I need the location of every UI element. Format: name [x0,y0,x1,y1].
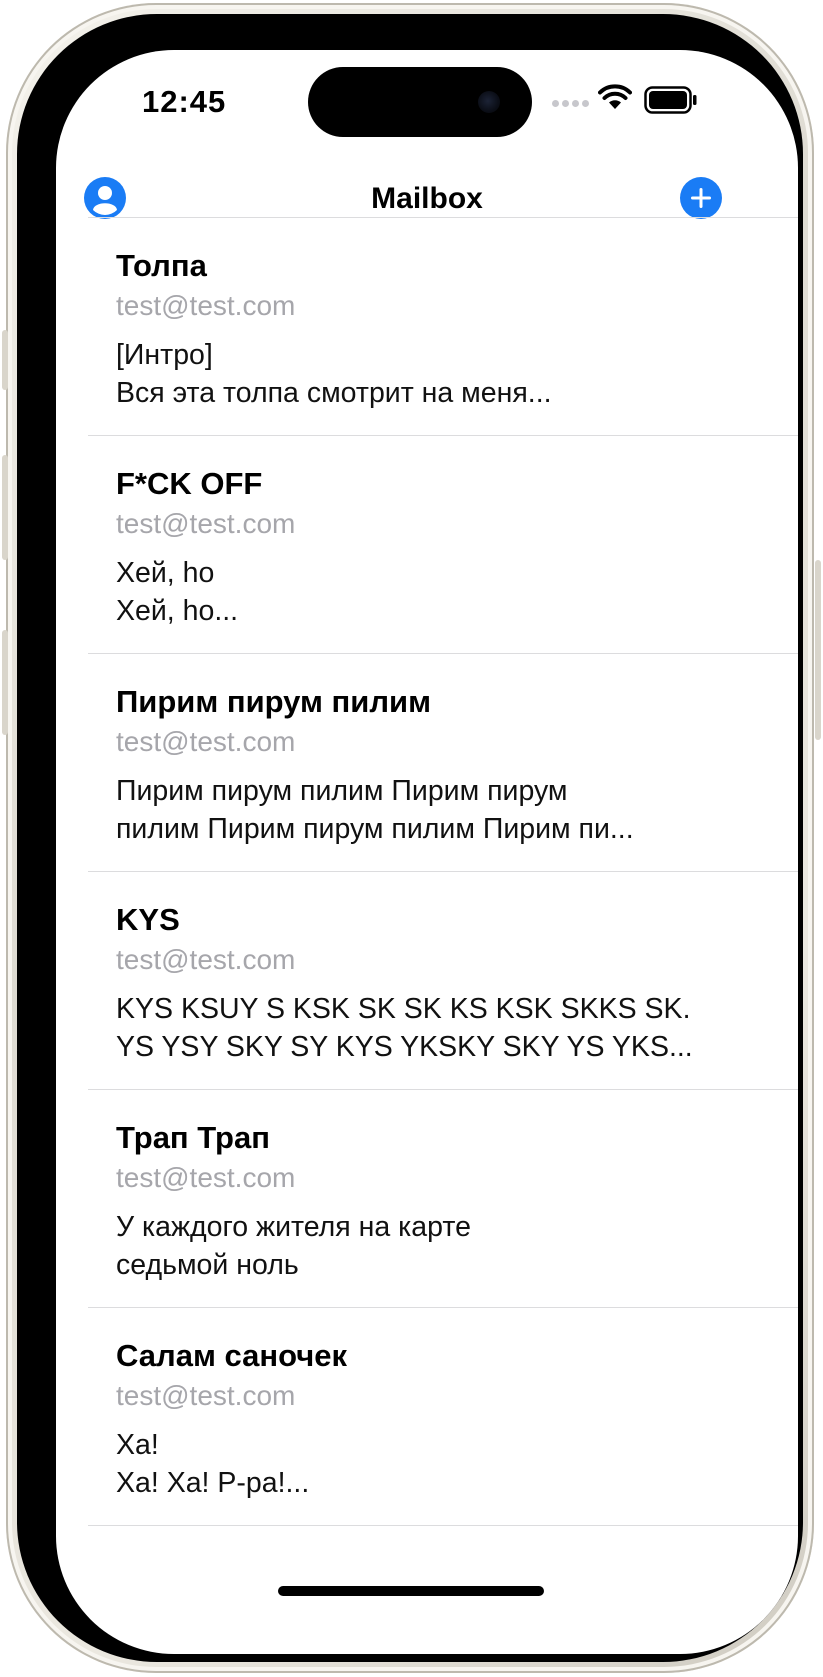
home-indicator[interactable] [278,1586,544,1596]
message-subject: Пирим пирум пилим [116,684,432,719]
message-sender: test@test.com [116,508,296,539]
volume-down-button [2,630,8,735]
status-time: 12:45 [142,84,227,119]
message-subject: Салам саночек [116,1338,347,1373]
message-subject: Толпа [116,248,207,283]
list-item[interactable]: Толпа test@test.com [Интро] Вся эта толп… [88,217,798,435]
list-item[interactable]: Салам саночек test@test.com Ха! Ха! Ха! … [88,1307,798,1525]
status-icons [552,82,702,118]
preview-line: Ха! Ха! Р-ра!... [116,1467,310,1499]
message-preview: [Интро] Вся эта толпа смотрит на меня... [116,336,552,412]
screen: 12:45 Mailbox Толпа test@test.com [Интро… [56,50,798,1654]
volume-up-button [2,455,8,560]
side-button [815,560,821,740]
device-bezel: 12:45 Mailbox Толпа test@test.com [Интро… [17,14,803,1662]
message-subject: Трап Трап [116,1120,270,1155]
message-sender: test@test.com [116,1380,296,1411]
list-item[interactable]: Пирим пирум пилим test@test.com Пирим пи… [88,653,798,871]
front-camera-icon [478,91,500,113]
preview-line: [Интро] [116,339,213,371]
message-preview: Пирим пирум пилим Пирим пирум пилим Пири… [116,772,634,848]
list-item[interactable]: hello [88,1525,798,1531]
preview-line: седьмой ноль [116,1249,299,1281]
plus-circle-icon [691,188,711,208]
message-sender: test@test.com [116,290,296,321]
preview-line: KYS KSUY S KSK SK SK KS KSK SKKS SK. [116,993,691,1025]
list-item[interactable]: Трап Трап test@test.com У каждого жителя… [88,1089,798,1307]
wifi-icon [598,84,632,109]
message-sender: test@test.com [116,726,296,757]
message-preview: KYS KSUY S KSK SK SK KS KSK SKKS SK. YS … [116,990,693,1066]
message-sender: test@test.com [116,1162,296,1193]
list-item[interactable]: F*CK OFF test@test.com Хей, ho Хей, ho..… [88,435,798,653]
message-preview: Ха! Ха! Ха! Р-ра!... [116,1426,309,1502]
message-subject: F*CK OFF [116,466,263,501]
preview-line: У каждого жителя на карте [116,1211,471,1243]
preview-line: пилим Пирим пирум пилим Пирим пи... [116,813,634,845]
message-preview: Хей, ho Хей, ho... [116,554,238,630]
preview-line: Хей, ho... [116,595,239,627]
preview-line: Хей, ho [116,557,215,589]
battery-icon [644,86,697,114]
preview-line: YS YSY SKY SY KYS YKSKY SKY YS YKS... [116,1031,693,1063]
dynamic-island [308,67,532,137]
compose-button[interactable] [680,177,722,219]
list-item[interactable]: KYS test@test.com KYS KSUY S KSK SK SK K… [88,871,798,1089]
preview-line: Вся эта толпа смотрит на меня... [116,377,552,409]
message-sender: test@test.com [116,944,296,975]
message-preview: У каждого жителя на карте седьмой ноль [116,1208,471,1284]
message-subject: KYS [116,902,180,937]
action-button [2,330,8,390]
message-list[interactable]: Толпа test@test.com [Интро] Вся эта толп… [88,217,798,1531]
preview-line: Пирим пирум пилим Пирим пирум [116,775,568,807]
preview-line: Ха! [116,1429,159,1461]
